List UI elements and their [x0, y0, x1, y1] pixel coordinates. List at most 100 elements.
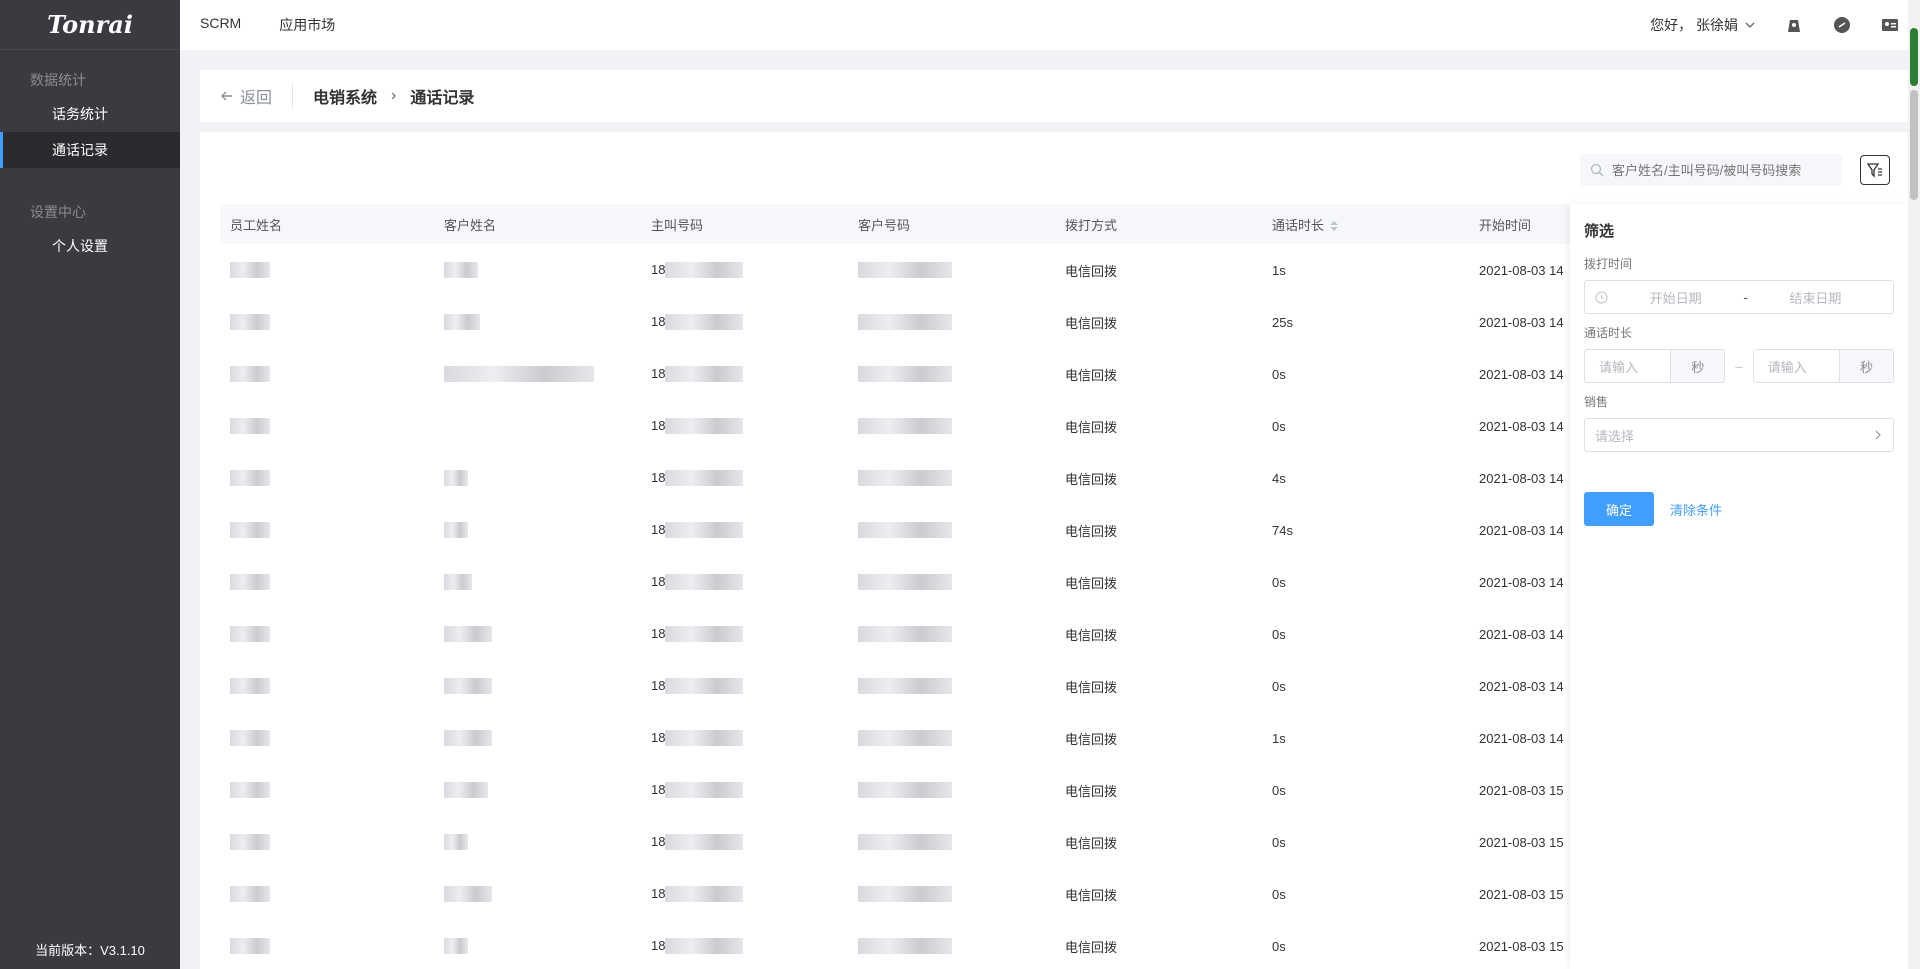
masked-text	[858, 938, 952, 955]
duration-min-unit: 秒	[1670, 350, 1725, 382]
search-input[interactable]	[1612, 162, 1832, 178]
masked-text	[444, 262, 478, 279]
table-row[interactable]: 18 电信回拨 0s 2021-08-03 14	[220, 400, 1620, 452]
cell-customer	[434, 764, 641, 816]
cell-dial-method: 电信回拨	[1065, 367, 1118, 383]
masked-text	[858, 886, 952, 903]
sales-select[interactable]: 请选择	[1584, 418, 1894, 452]
sidebar-item-call-records[interactable]: 通话记录	[0, 132, 180, 168]
filter-icon	[1866, 163, 1882, 178]
cell-employee	[220, 608, 434, 660]
table-row[interactable]: 18 电信回拨 25s 2021-08-03 14	[220, 296, 1620, 348]
cell-dial-method: 电信回拨	[1065, 939, 1118, 955]
masked-text	[444, 782, 488, 799]
arrow-left-icon	[221, 91, 232, 101]
back-button[interactable]: 返回	[220, 84, 294, 108]
caller-prefix: 18	[651, 833, 666, 849]
masked-text	[444, 626, 492, 643]
cell-employee	[220, 296, 434, 348]
back-label: 返回	[240, 90, 273, 107]
col-header-duration-label: 通话时长	[1272, 217, 1325, 233]
table-row[interactable]: 18 电信回拨 1s 2021-08-03 14	[220, 712, 1620, 764]
table-row[interactable]: 18 电信回拨 0s 2021-08-03 15	[220, 920, 1620, 969]
masked-text	[230, 678, 270, 695]
breadcrumb-item-system[interactable]: 电销系统	[313, 84, 377, 108]
table-row[interactable]: 18 电信回拨 0s 2021-08-03 14	[220, 608, 1620, 660]
cell-customer-number	[848, 400, 1055, 452]
masked-text	[444, 470, 468, 487]
cell-caller: 18	[641, 868, 848, 920]
table-row[interactable]: 18 电信回拨 4s 2021-08-03 14	[220, 452, 1620, 504]
masked-text	[230, 782, 270, 799]
cell-employee	[220, 348, 434, 400]
chevron-right-icon	[1875, 430, 1881, 440]
cell-employee	[220, 816, 434, 868]
duration-min-field[interactable]: 请输入 秒	[1584, 349, 1726, 383]
table-row[interactable]: 18 电信回拨 0s 2021-08-03 15	[220, 868, 1620, 920]
cell-customer	[434, 920, 641, 969]
duration-max-input[interactable]: 请输入	[1754, 350, 1839, 382]
cell-dial-method: 电信回拨	[1065, 783, 1118, 799]
table-row[interactable]: 18 电信回拨 1s 2021-08-03 14	[220, 244, 1620, 296]
masked-text	[858, 834, 952, 851]
table-row[interactable]: 18 电信回拨 0s 2021-08-03 15	[220, 816, 1620, 868]
date-range-picker[interactable]: 开始日期 - 结束日期	[1584, 280, 1894, 314]
masked-text	[858, 418, 952, 435]
call-time-label: 拨打时间	[1584, 257, 1633, 271]
filter-panel: 筛选 拨打时间 开始日期 - 结束日期 通话时长 请输入 秒 – 请输入 秒 销…	[1570, 204, 1908, 969]
cell-dial-method: 电信回拨	[1065, 835, 1118, 851]
cell-dial-method: 电信回拨	[1065, 679, 1118, 695]
masked-text	[858, 730, 952, 747]
filter-toggle-button[interactable]	[1860, 155, 1890, 185]
user-menu[interactable]: 您好， 张徐娟	[1650, 15, 1756, 35]
logo: Tonrai	[0, 0, 180, 50]
masked-text	[230, 314, 270, 331]
contact-card-icon[interactable]	[1880, 15, 1900, 35]
sidebar-item-personal-settings[interactable]: 个人设置	[0, 228, 180, 264]
scrollbar-thumb-secondary[interactable]	[1910, 90, 1918, 200]
table-header-row: 员工姓名 客户姓名 主叫号码 客户号码 拨打方式 通话时长 开始时间	[220, 204, 1620, 244]
duration-min-input[interactable]: 请输入	[1585, 350, 1670, 382]
table-row[interactable]: 18 电信回拨 0s 2021-08-03 15	[220, 764, 1620, 816]
top-nav-scrm[interactable]: SCRM	[200, 15, 241, 35]
cell-customer-number	[848, 452, 1055, 504]
end-date-input[interactable]: 结束日期	[1748, 288, 1883, 307]
start-date-input[interactable]: 开始日期	[1608, 288, 1743, 307]
col-header-customer: 客户姓名	[444, 217, 497, 233]
clear-conditions-link[interactable]: 清除条件	[1670, 500, 1722, 519]
bag-icon[interactable]	[1784, 15, 1804, 35]
masked-text	[858, 782, 952, 799]
search-icon	[1590, 163, 1604, 177]
duration-max-field[interactable]: 请输入 秒	[1752, 349, 1894, 383]
masked-text	[230, 366, 270, 383]
cell-customer	[434, 868, 641, 920]
breadcrumb-path: 电销系统 › 通话记录	[313, 84, 474, 108]
cell-caller: 18	[641, 400, 848, 452]
page-scrollbar[interactable]	[1908, 0, 1920, 969]
sort-icon[interactable]	[1330, 221, 1339, 232]
cell-caller: 18	[641, 244, 848, 296]
col-header-duration[interactable]: 通话时长	[1262, 204, 1469, 244]
masked-text	[665, 418, 744, 435]
confirm-button[interactable]: 确定	[1584, 492, 1654, 526]
table-row[interactable]: 18 电信回拨 0s 2021-08-03 14	[220, 556, 1620, 608]
col-header-caller: 主叫号码	[651, 217, 704, 233]
scrollbar-thumb[interactable]	[1910, 28, 1918, 86]
greeting-text: 您好， 张徐娟	[1650, 17, 1738, 33]
table-row[interactable]: 18 电信回拨 0s 2021-08-03 14	[220, 660, 1620, 712]
caller-prefix: 18	[651, 469, 666, 485]
caller-prefix: 18	[651, 625, 666, 641]
cell-caller: 18	[641, 712, 848, 764]
cell-caller: 18	[641, 660, 848, 712]
cell-caller: 18	[641, 452, 848, 504]
cell-customer	[434, 244, 641, 296]
sidebar: Tonrai 数据统计 话务统计 通话记录 设置中心 个人设置 当前版本：V3.…	[0, 0, 180, 969]
cell-dial-method: 电信回拨	[1065, 575, 1118, 591]
table-row[interactable]: 18 电信回拨 74s 2021-08-03 14	[220, 504, 1620, 556]
table-row[interactable]: 18 电信回拨 0s 2021-08-03 14	[220, 348, 1620, 400]
cell-customer-number	[848, 816, 1055, 868]
col-header-dial-method: 拨打方式	[1065, 217, 1118, 233]
link-icon[interactable]	[1832, 15, 1852, 35]
sidebar-item-call-stats[interactable]: 话务统计	[0, 96, 180, 132]
top-nav-app-market[interactable]: 应用市场	[279, 15, 335, 35]
